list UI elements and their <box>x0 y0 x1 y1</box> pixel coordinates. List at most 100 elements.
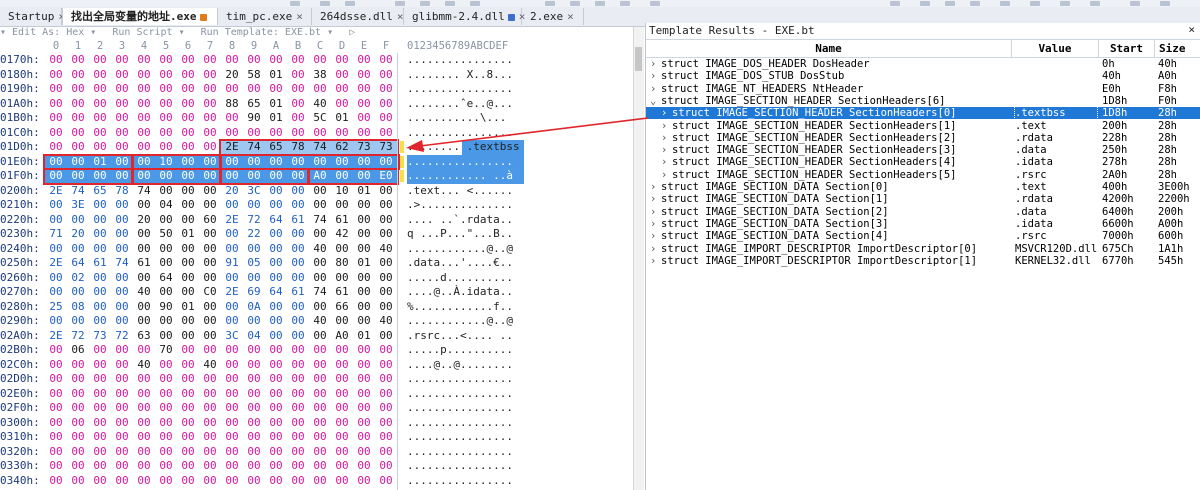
hex-byte[interactable]: 61 <box>332 286 352 298</box>
hex-byte[interactable]: 00 <box>112 431 132 443</box>
hex-byte[interactable]: 00 <box>310 329 330 342</box>
hex-byte[interactable]: 00 <box>112 300 132 313</box>
hex-byte[interactable]: 01 <box>266 112 286 124</box>
hex-byte[interactable]: 2E <box>222 286 242 298</box>
hex-byte[interactable]: 00 <box>112 97 132 110</box>
hex-byte[interactable]: 00 <box>112 445 132 458</box>
hex-byte[interactable]: 00 <box>354 228 374 240</box>
close-icon[interactable]: × <box>1188 23 1195 36</box>
toolbar-button-icon[interactable] <box>1060 1 1070 6</box>
hex-byte[interactable]: 00 <box>332 344 352 356</box>
template-tree-row[interactable]: › struct IMAGE_SECTION_HEADER SectionHead… <box>646 144 1200 156</box>
hex-byte[interactable]: 01 <box>354 184 374 197</box>
template-tree-row[interactable]: › struct IMAGE_DOS_STUB DosStub 40h A0h <box>646 70 1200 82</box>
hex-byte[interactable]: 00 <box>288 402 308 414</box>
chevron-right-icon[interactable]: › <box>661 144 667 156</box>
hex-byte[interactable]: 00 <box>244 242 264 255</box>
hex-byte[interactable]: 61 <box>90 257 110 269</box>
hex-byte[interactable]: 00 <box>354 112 374 124</box>
hex-byte[interactable]: 00 <box>156 97 176 110</box>
hex-row-ascii[interactable]: ................ <box>407 460 527 472</box>
hex-byte[interactable]: 00 <box>266 199 286 211</box>
hex-byte[interactable]: 00 <box>222 387 242 400</box>
hex-byte[interactable]: 00 <box>376 83 396 95</box>
hex-byte[interactable]: 00 <box>310 358 330 371</box>
hex-byte[interactable]: 40 <box>200 358 220 371</box>
hex-row-ascii[interactable]: .data...'....€.. <box>407 257 527 269</box>
hex-byte[interactable]: 00 <box>46 402 66 414</box>
hex-byte[interactable]: 00 <box>244 474 264 487</box>
hex-byte[interactable]: 00 <box>266 83 286 95</box>
hex-byte[interactable]: 69 <box>244 286 264 298</box>
hex-byte[interactable]: 00 <box>134 445 154 458</box>
toolbar-button-icon[interactable] <box>420 1 430 6</box>
hex-byte[interactable]: 00 <box>266 126 286 139</box>
hex-byte[interactable]: 40 <box>310 315 330 327</box>
hex-byte[interactable]: 00 <box>288 271 308 284</box>
hex-row-ascii[interactable]: ................ <box>407 83 527 95</box>
toolbar-button-icon[interactable] <box>945 1 955 6</box>
hex-byte[interactable]: 00 <box>222 83 242 95</box>
hex-byte[interactable]: 00 <box>134 126 154 139</box>
hex-byte[interactable]: 00 <box>244 271 264 284</box>
hex-byte[interactable]: 00 <box>68 112 88 124</box>
hex-byte[interactable]: 00 <box>288 387 308 400</box>
hex-byte[interactable]: 00 <box>354 358 374 371</box>
hex-byte[interactable]: 00 <box>46 358 66 371</box>
chevron-right-icon[interactable]: › <box>650 70 656 82</box>
hex-byte[interactable]: 00 <box>332 445 352 458</box>
hex-byte[interactable]: 00 <box>310 416 330 429</box>
hex-byte[interactable]: 00 <box>288 242 308 255</box>
hex-byte[interactable]: 00 <box>354 344 374 356</box>
chevron-right-icon[interactable]: › <box>650 181 656 193</box>
hex-byte[interactable]: 00 <box>90 431 110 443</box>
template-tree-row[interactable]: ⌄ struct IMAGE_SECTION_HEADER SectionHead… <box>646 95 1200 107</box>
hex-row-ascii[interactable]: q ...P..."...B.. <box>407 228 527 240</box>
hex-byte[interactable]: 00 <box>68 445 88 458</box>
chevron-right-icon[interactable]: › <box>661 132 667 144</box>
hex-byte[interactable]: 00 <box>222 54 242 66</box>
hex-byte[interactable]: 00 <box>134 271 154 284</box>
hex-byte[interactable]: 00 <box>46 460 66 472</box>
hex-byte[interactable]: 00 <box>134 431 154 443</box>
hex-byte[interactable]: 00 <box>156 315 176 327</box>
hex-byte[interactable]: 50 <box>156 228 176 240</box>
hex-byte[interactable]: 00 <box>156 286 176 298</box>
hex-vertical-scrollbar[interactable] <box>633 27 644 490</box>
hex-byte[interactable]: 00 <box>310 344 330 356</box>
hex-byte[interactable]: 00 <box>156 141 176 153</box>
hex-byte[interactable]: 00 <box>90 83 110 95</box>
hex-byte[interactable]: 00 <box>376 373 396 385</box>
hex-byte[interactable]: 00 <box>46 271 66 284</box>
hex-byte[interactable]: 00 <box>288 431 308 443</box>
hex-byte[interactable]: 00 <box>266 184 286 197</box>
hex-byte[interactable]: 00 <box>178 112 198 124</box>
hex-byte[interactable]: 00 <box>376 329 396 342</box>
toolbar-button-icon[interactable] <box>395 1 405 6</box>
hex-editor-view[interactable]: 0170h: 00 00 00 00 00 00 00 00 00 00 00 00 00 00 00 00..… <box>0 53 632 490</box>
hex-byte[interactable]: 00 <box>288 199 308 211</box>
hex-byte[interactable]: 00 <box>134 112 154 124</box>
hex-byte[interactable]: 00 <box>376 112 396 124</box>
chevron-right-icon[interactable]: › <box>661 107 667 119</box>
hex-byte[interactable]: 74 <box>112 257 132 269</box>
hex-row-ascii[interactable]: ................ <box>407 445 527 458</box>
hex-row-ascii[interactable]: ....@..À.idata.. <box>407 286 527 298</box>
hex-byte[interactable]: 61 <box>288 213 308 226</box>
template-tree-row[interactable]: › struct IMAGE_SECTION_HEADER SectionHead… <box>646 132 1200 144</box>
hex-byte[interactable]: 00 <box>266 329 286 342</box>
hex-byte[interactable]: 00 <box>354 83 374 95</box>
hex-byte[interactable]: 00 <box>376 286 396 298</box>
hex-byte[interactable]: 00 <box>46 431 66 443</box>
hex-byte[interactable]: 00 <box>244 445 264 458</box>
hex-byte[interactable]: 00 <box>310 300 330 313</box>
hex-byte[interactable]: 64 <box>266 286 286 298</box>
hex-byte[interactable]: 00 <box>310 431 330 443</box>
hex-byte[interactable]: 00 <box>266 387 286 400</box>
hex-byte[interactable]: 00 <box>178 97 198 110</box>
hex-byte[interactable]: 00 <box>90 445 110 458</box>
hex-byte[interactable]: 00 <box>68 54 88 66</box>
hex-byte[interactable]: 00 <box>46 474 66 487</box>
hex-byte[interactable]: 70 <box>156 344 176 356</box>
hex-byte[interactable]: 00 <box>376 416 396 429</box>
